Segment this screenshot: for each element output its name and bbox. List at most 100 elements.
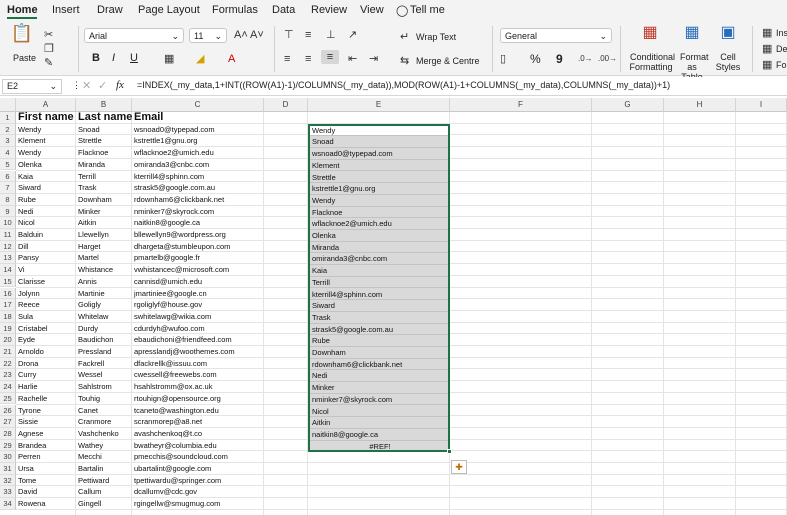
spilled-cell[interactable]: Nicol <box>310 406 448 418</box>
align-right-icon[interactable]: ≡ <box>321 50 339 64</box>
table-cell[interactable]: omiranda3@cnbc.com <box>132 159 264 171</box>
table-cell[interactable]: Vi <box>16 264 76 276</box>
table-cell[interactable]: Strettle <box>76 135 132 147</box>
spilled-cell[interactable]: Nedi <box>310 370 448 383</box>
table-cell[interactable]: Curry <box>16 369 76 381</box>
table-cell[interactable]: Wathey <box>76 440 132 452</box>
increase-font-icon[interactable]: A˄ <box>234 28 248 42</box>
row-header-21[interactable]: 21 <box>0 346 16 358</box>
table-cell[interactable]: tpettiwardu@springer.com <box>132 475 264 487</box>
formula-input[interactable]: =INDEX(_my_data,1+INT((ROW(A1)-1)/COLUMN… <box>137 80 670 90</box>
currency-icon[interactable]: ▯ <box>500 52 506 66</box>
table-cell[interactable]: Tyrone <box>16 405 76 417</box>
decrease-font-icon[interactable]: A˅ <box>250 28 264 42</box>
align-bottom-icon[interactable]: ⊥ <box>326 28 336 42</box>
paste-button[interactable]: Paste <box>13 53 36 63</box>
row-header-24[interactable]: 24 <box>0 381 16 393</box>
table-cell[interactable]: dcallumv@cdc.gov <box>132 486 264 498</box>
row-header-31[interactable]: 31 <box>0 463 16 475</box>
spilled-cell[interactable]: Rube <box>310 335 448 347</box>
table-cell[interactable]: Pettiward <box>76 475 132 487</box>
wrap-text-icon[interactable]: ↵ <box>400 30 409 44</box>
spilled-cell[interactable]: strask5@google.com.au <box>310 324 448 336</box>
conditional-formatting-label-1[interactable]: Conditional <box>630 52 675 62</box>
table-cell[interactable]: dhargeta@stumbleupon.com <box>132 241 264 253</box>
row-header-29[interactable]: 29 <box>0 439 16 452</box>
table-cell[interactable]: cwessell@freewebs.com <box>132 369 264 381</box>
enter-icon[interactable]: ✓ <box>98 79 107 92</box>
row-header-20[interactable]: 20 <box>0 334 16 346</box>
table-cell[interactable]: rtouhign@opensource.org <box>132 393 264 405</box>
table-cell[interactable]: nminker7@skyrock.com <box>132 206 264 218</box>
table-cell[interactable]: Rowena <box>16 498 76 510</box>
fill-handle[interactable] <box>447 449 452 455</box>
table-cell[interactable]: Snoad <box>76 124 132 136</box>
spilled-cell[interactable]: Snoad <box>310 136 448 149</box>
insert-function-button[interactable]: fx <box>116 79 124 91</box>
select-all-corner[interactable] <box>0 98 16 112</box>
table-cell[interactable]: Harlie <box>16 381 76 393</box>
row-header-32[interactable]: 32 <box>0 474 16 487</box>
spilled-cell[interactable]: Olenka <box>310 230 448 242</box>
cut-icon[interactable]: ✂ <box>44 28 53 42</box>
table-cell[interactable]: Whitelaw <box>76 311 132 323</box>
table-cell[interactable]: cannisd@umich.edu <box>132 276 264 288</box>
spilled-cell[interactable]: Flacknoe <box>310 207 448 219</box>
table-cell[interactable]: Tome <box>16 475 76 487</box>
table-cell[interactable]: Martel <box>76 252 132 264</box>
table-cell[interactable]: Bartalin <box>76 463 132 475</box>
delete-cells-icon[interactable]: ▦ <box>762 42 772 56</box>
row-header-26[interactable]: 26 <box>0 404 16 417</box>
table-cell[interactable]: Pansy <box>16 252 76 264</box>
table-cell[interactable]: strask5@google.com.au <box>132 182 264 194</box>
font-color-icon[interactable]: A <box>228 52 235 66</box>
percent-button[interactable]: % <box>530 52 541 66</box>
decrease-decimal-icon[interactable]: .00→ <box>598 52 617 66</box>
row-header-6[interactable]: 6 <box>0 170 16 183</box>
table-cell[interactable]: jmartiniee@google.cn <box>132 288 264 300</box>
table-cell[interactable]: dfackrellk@issuu.com <box>132 358 264 370</box>
align-top-icon[interactable]: ⊤ <box>284 28 294 42</box>
row-header-10[interactable]: 10 <box>0 217 16 229</box>
underline-button[interactable]: U <box>130 52 138 64</box>
increase-decimal-icon[interactable]: .0→ <box>578 52 593 66</box>
tab-draw[interactable]: Draw <box>97 4 123 16</box>
table-cell[interactable]: Sula <box>16 311 76 323</box>
table-cell[interactable]: kterrill4@sphinn.com <box>132 171 264 183</box>
format-as-table-icon[interactable]: ▦ <box>680 25 704 41</box>
table-cell[interactable]: Kaia <box>16 171 76 183</box>
table-cell[interactable]: Agnese <box>16 428 76 440</box>
wrap-text-button[interactable]: Wrap Text <box>416 32 456 42</box>
spilled-cell[interactable]: kstrettle1@gnu.org <box>310 183 448 195</box>
name-box[interactable]: E2 ⌄ <box>2 79 62 94</box>
decrease-indent-icon[interactable]: ⇤ <box>348 52 357 66</box>
spilled-cell[interactable]: Downham <box>310 347 448 359</box>
column-header-a[interactable]: A <box>16 98 76 112</box>
format-cells-icon[interactable]: ▦ <box>762 58 772 72</box>
row-header-13[interactable]: 13 <box>0 252 16 265</box>
column-header-g[interactable]: G <box>592 98 664 112</box>
table-cell[interactable]: wflacknoe2@umich.edu <box>132 147 264 159</box>
row-header-22[interactable]: 22 <box>0 357 16 370</box>
borders-icon[interactable]: ▦ <box>164 52 174 66</box>
table-cell[interactable]: tcaneto@washington.edu <box>132 405 264 417</box>
spilled-cell[interactable]: wflacknoe2@umich.edu <box>310 218 448 230</box>
table-cell[interactable]: kstrettle1@gnu.org <box>132 135 264 147</box>
row-header-23[interactable]: 23 <box>0 369 16 382</box>
tell-me-search[interactable]: Tell me <box>410 4 445 16</box>
comma-style-button[interactable]: 9 <box>556 52 563 66</box>
spilled-cell[interactable]: kterrill4@sphinn.com <box>310 289 448 301</box>
row-header-3[interactable]: 3 <box>0 135 16 148</box>
table-cell[interactable]: Goligly <box>76 299 132 311</box>
table-cell[interactable]: rgoliglyf@house.gov <box>132 299 264 311</box>
table-cell[interactable]: bwatheyr@columbia.edu <box>132 440 264 452</box>
row-header-8[interactable]: 8 <box>0 193 16 206</box>
align-left-icon[interactable]: ≡ <box>284 52 290 66</box>
table-cell[interactable]: Terrill <box>76 171 132 183</box>
table-cell[interactable]: Pressland <box>76 346 132 358</box>
table-cell[interactable]: Canet <box>76 405 132 417</box>
row-header-4[interactable]: 4 <box>0 147 16 159</box>
row-header-28[interactable]: 28 <box>0 427 16 440</box>
table-cell[interactable]: Drona <box>16 358 76 370</box>
italic-button[interactable]: I <box>112 52 115 64</box>
